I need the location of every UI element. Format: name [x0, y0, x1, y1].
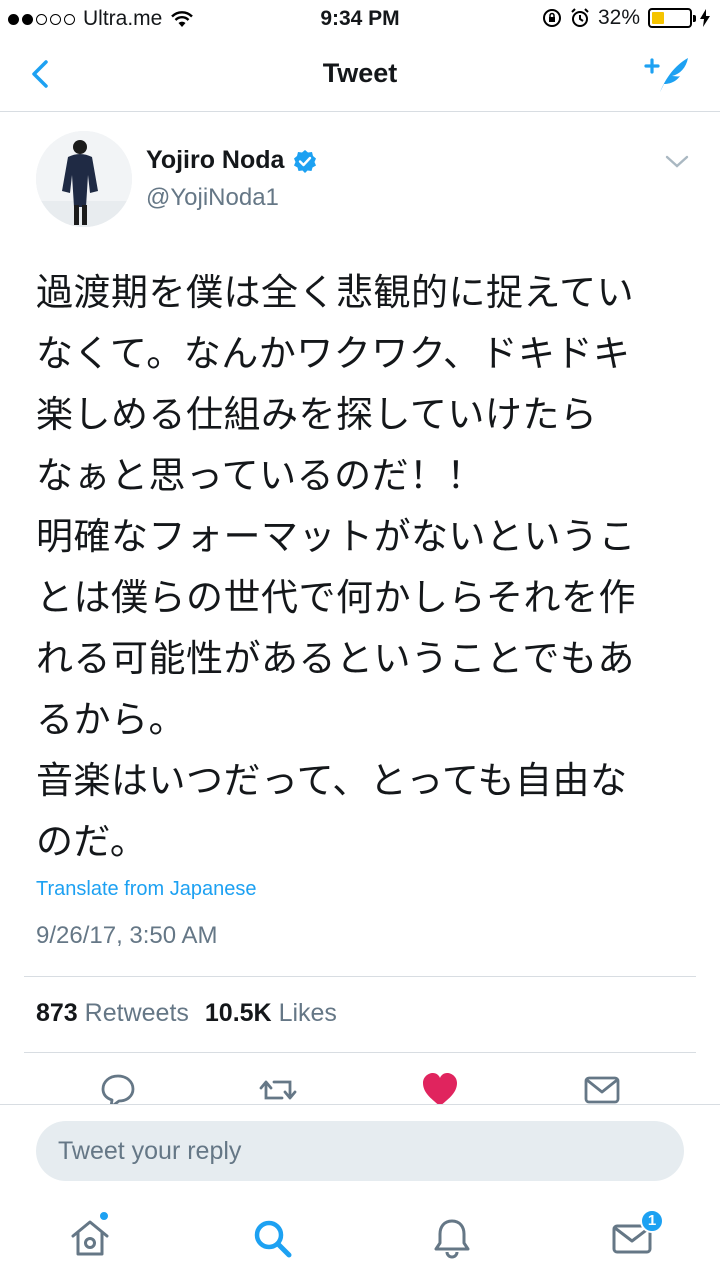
search-icon[interactable]	[250, 1216, 294, 1260]
tweet-text: 過渡期を僕は全く悲観的に捉えてい なくて。なんかワクワク、ドキドキ 楽しめる仕組…	[36, 272, 636, 862]
reply-input[interactable]	[36, 1121, 684, 1181]
likes-stat[interactable]: 10.5K Likes	[205, 999, 337, 1028]
battery-level	[652, 12, 664, 24]
status-bar: Ultra.me 9:34 PM 32%	[0, 0, 720, 38]
retweets-stat[interactable]: 873 Retweets	[36, 999, 189, 1028]
rotation-lock-icon	[542, 9, 561, 27]
home-new-dot	[98, 1210, 110, 1222]
charging-bolt-icon	[700, 9, 710, 27]
home-icon[interactable]	[68, 1216, 112, 1260]
divider	[24, 1052, 696, 1053]
tweet-stats: 873 Retweets 10.5K Likes	[36, 999, 337, 1028]
likes-count: 10.5K	[204, 999, 272, 1027]
compose-tweet-icon[interactable]	[642, 52, 692, 96]
verified-badge-icon	[294, 149, 317, 173]
messages-badge: 1	[640, 1209, 664, 1233]
tweet-timestamp: 9/26/17, 3:50 AM	[36, 922, 218, 949]
author-name-row[interactable]: Yojiro Noda	[146, 146, 317, 175]
page-title: Tweet	[322, 58, 398, 88]
likes-label: Likes	[278, 999, 337, 1027]
navigation-bar: Tweet	[0, 38, 720, 112]
author-handle[interactable]: @YojiNoda1	[146, 184, 279, 212]
tab-bar: 1	[0, 1200, 720, 1280]
chevron-down-icon[interactable]	[664, 152, 690, 172]
avatar-photo	[36, 131, 132, 227]
author-name[interactable]: Yojiro Noda	[146, 146, 284, 175]
reply-bar	[0, 1104, 720, 1200]
author-avatar[interactable]	[36, 131, 132, 227]
status-right: 32%	[542, 6, 710, 30]
retweets-label: Retweets	[84, 999, 189, 1027]
alarm-icon	[571, 8, 589, 27]
battery-icon	[648, 8, 696, 28]
retweets-count: 873	[36, 999, 78, 1027]
divider	[24, 976, 696, 977]
battery-percent: 32%	[597, 6, 640, 29]
notifications-bell-icon[interactable]	[430, 1216, 474, 1260]
translate-link[interactable]: Translate from Japanese	[36, 878, 256, 901]
